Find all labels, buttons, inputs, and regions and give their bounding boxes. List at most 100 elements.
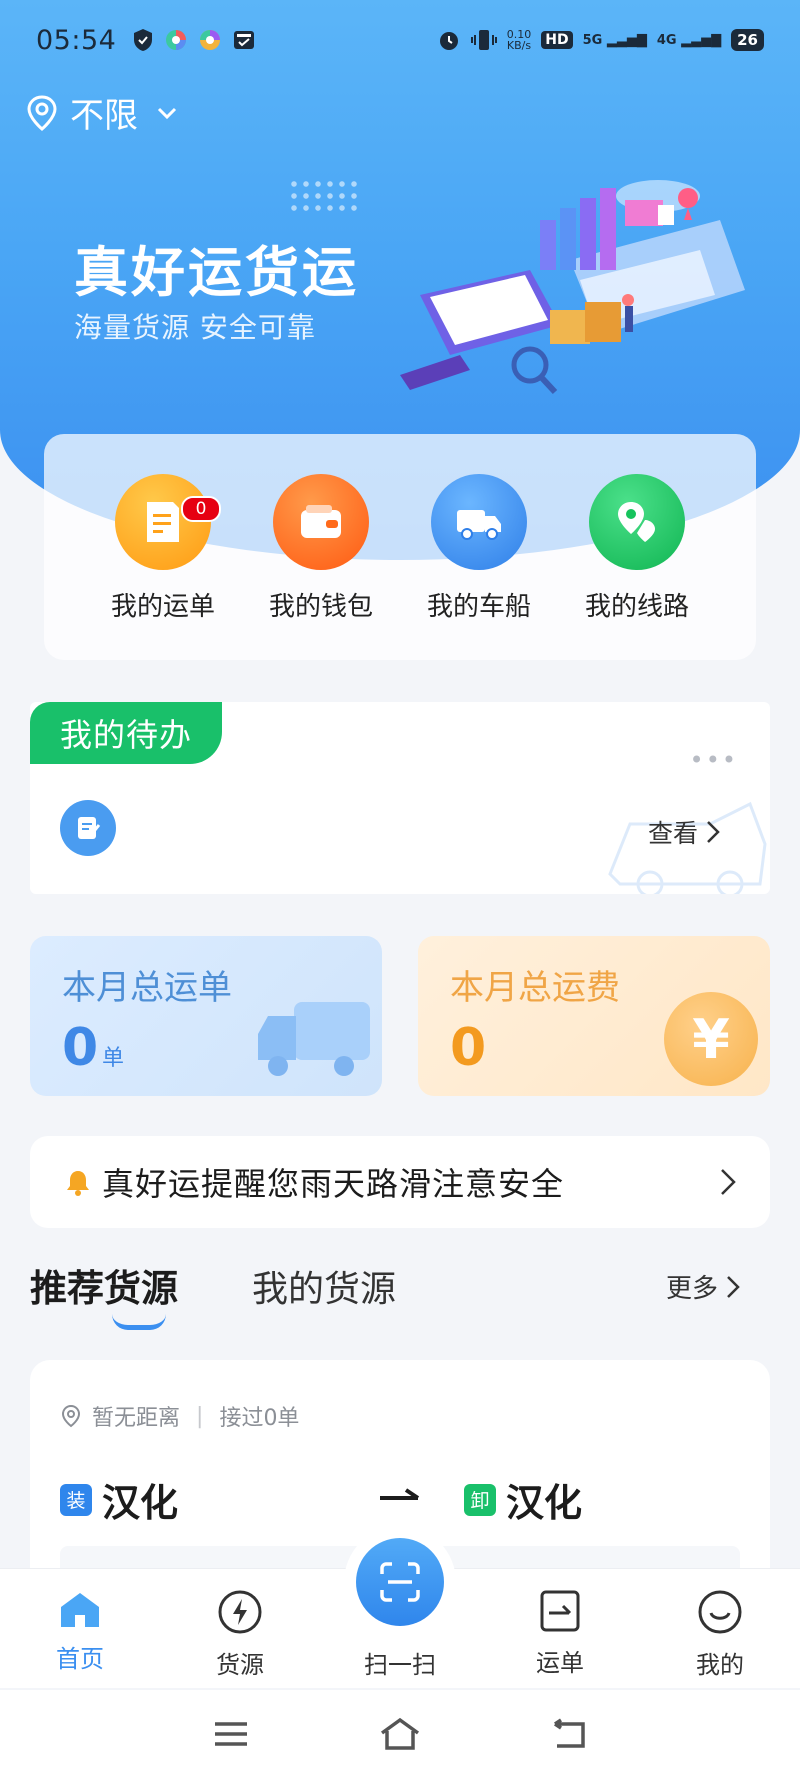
waybill-count-badge: 0	[181, 496, 221, 522]
route-icon-circle	[589, 474, 685, 570]
status-right-icons: 0.10 KB/s HD 5G ▂▃▅▇ 4G ▂▃▅▇ 26	[437, 28, 764, 52]
monthly-orders-unit: 单	[102, 1046, 125, 1071]
truck-decoration-icon	[258, 1002, 370, 1076]
load-tag: 装	[60, 1483, 92, 1516]
todo-view-button[interactable]: 查看	[648, 814, 720, 850]
monthly-fee-value: 0	[450, 1018, 487, 1078]
system-navigation-bar	[0, 1690, 800, 1778]
banner-subtitle: 海量货源 安全可靠	[74, 311, 316, 344]
cargo-taken-count: 接过0单	[219, 1406, 300, 1431]
quick-action-label: 我的钱包	[268, 592, 373, 622]
todo-view-label: 查看	[647, 819, 698, 848]
quick-action-route[interactable]: 我的线路	[567, 474, 707, 660]
signal-4g-label: 4G	[656, 32, 677, 48]
monthly-orders-title: 本月总运单	[62, 968, 232, 1008]
safety-notice[interactable]: 真好运提醒您雨天路滑注意安全	[30, 1136, 770, 1228]
unload-location: 卸 汉化	[464, 1472, 582, 1527]
status-left-icons	[132, 28, 256, 52]
nav-orders[interactable]: 运单	[480, 1569, 640, 1688]
app-colorful-icon-2	[200, 30, 221, 50]
location-selector[interactable]: 不限	[26, 88, 178, 137]
waybill-nav-icon	[540, 1590, 580, 1632]
signal-5g: 5G ▂▃▅▇	[582, 32, 647, 48]
location-label: 不限	[70, 97, 138, 135]
truck-icon	[457, 510, 501, 540]
signal-4g: 4G ▂▃▅▇	[656, 32, 722, 48]
load-location: 装 汉化	[60, 1472, 178, 1527]
location-pin-icon	[61, 1404, 81, 1428]
battery-indicator: 26	[731, 29, 764, 51]
hd-badge: HD	[541, 31, 573, 49]
edit-doc-icon	[78, 817, 101, 839]
chevron-right-icon	[721, 1169, 736, 1195]
chevron-right-icon	[727, 1275, 740, 1298]
tab-recommended-cargo[interactable]: 推荐货源	[30, 1258, 178, 1312]
back-icon[interactable]	[551, 1718, 587, 1750]
inbox-check-icon	[234, 31, 255, 49]
load-city: 汉化	[102, 1481, 179, 1525]
todo-tab: 我的待办	[30, 702, 222, 764]
vibrate-icon	[470, 30, 497, 50]
monthly-orders-card[interactable]: 本月总运单 0 单	[30, 936, 382, 1096]
nav-label: 运单	[536, 1649, 584, 1677]
net-speed-unit: KB/s	[506, 39, 532, 52]
quick-action-waybill[interactable]: 0 我的运单	[93, 474, 233, 660]
unload-tag: 卸	[464, 1483, 496, 1516]
monthly-fee-card[interactable]: 本月总运费 0 ¥	[418, 936, 770, 1096]
scan-button[interactable]	[356, 1538, 444, 1626]
waybill-icon	[147, 502, 179, 542]
divider: |	[196, 1403, 204, 1429]
quick-action-label: 我的线路	[584, 592, 689, 622]
scan-icon	[380, 1562, 420, 1602]
status-time: 05:54	[36, 24, 117, 56]
chevron-down-icon	[157, 107, 177, 119]
nav-home[interactable]: 首页	[0, 1569, 160, 1688]
tab-my-cargo[interactable]: 我的货源	[252, 1260, 396, 1312]
quick-action-wallet[interactable]: 我的钱包	[251, 474, 391, 660]
monthly-fee-title: 本月总运费	[450, 968, 620, 1008]
cargo-tabs: 推荐货源 我的货源 更多	[30, 1258, 770, 1330]
alarm-icon	[439, 32, 458, 50]
cargo-meta: 暂无距离 | 接过0单	[60, 1400, 299, 1432]
quick-action-label: 我的车船	[426, 592, 531, 622]
quick-action-vehicle[interactable]: 我的车船	[409, 474, 549, 660]
wallet-icon-circle	[273, 474, 369, 570]
waybill-icon-circle	[115, 474, 211, 570]
quick-actions-card: 0 我的运单 我的钱包 我的车船 我的线路	[44, 434, 756, 660]
notice-text: 真好运提醒您雨天路滑注意安全	[102, 1165, 565, 1203]
bell-icon	[67, 1171, 89, 1196]
banner-title: 真好运货运	[74, 241, 359, 304]
signal-5g-label: 5G	[582, 32, 603, 48]
decorative-dots	[288, 178, 358, 214]
nav-mine[interactable]: 我的	[640, 1569, 800, 1688]
nav-label: 货源	[216, 1651, 264, 1679]
wallet-icon	[301, 505, 341, 538]
app-colorful-icon	[166, 30, 187, 50]
more-label: 更多	[665, 1274, 718, 1304]
menu-icon[interactable]	[213, 1719, 249, 1749]
home-icon	[61, 1593, 99, 1627]
unload-city: 汉化	[506, 1481, 583, 1525]
truck-icon-circle	[431, 474, 527, 570]
nav-label: 首页	[56, 1645, 104, 1673]
more-dots-icon[interactable]: •••	[690, 746, 738, 774]
route-arrow-icon	[380, 1488, 420, 1500]
shield-icon	[134, 29, 153, 51]
cargo-distance: 暂无距离	[92, 1406, 181, 1431]
location-pin-icon	[27, 94, 57, 131]
todo-card: 我的待办 ••• 查看	[30, 702, 770, 894]
chevron-right-icon	[707, 821, 720, 843]
nav-cargo[interactable]: 货源	[160, 1569, 320, 1688]
quick-action-label: 我的运单	[110, 592, 215, 622]
route-icon	[618, 502, 655, 542]
home-system-icon[interactable]	[379, 1717, 421, 1751]
nav-label: 我的	[696, 1651, 744, 1679]
more-cargo-link[interactable]: 更多	[666, 1268, 740, 1305]
net-speed: 0.10 KB/s	[507, 29, 532, 51]
todo-doc-icon	[60, 800, 116, 856]
logistics-illustration	[400, 180, 745, 395]
yen-icon: ¥	[664, 992, 758, 1086]
tab-active-indicator	[112, 1314, 166, 1330]
status-bar: 05:54 0.10 KB/s HD 5G ▂▃▅▇ 4G ▂▃▅▇ 26	[36, 18, 764, 62]
smile-icon	[698, 1590, 742, 1634]
